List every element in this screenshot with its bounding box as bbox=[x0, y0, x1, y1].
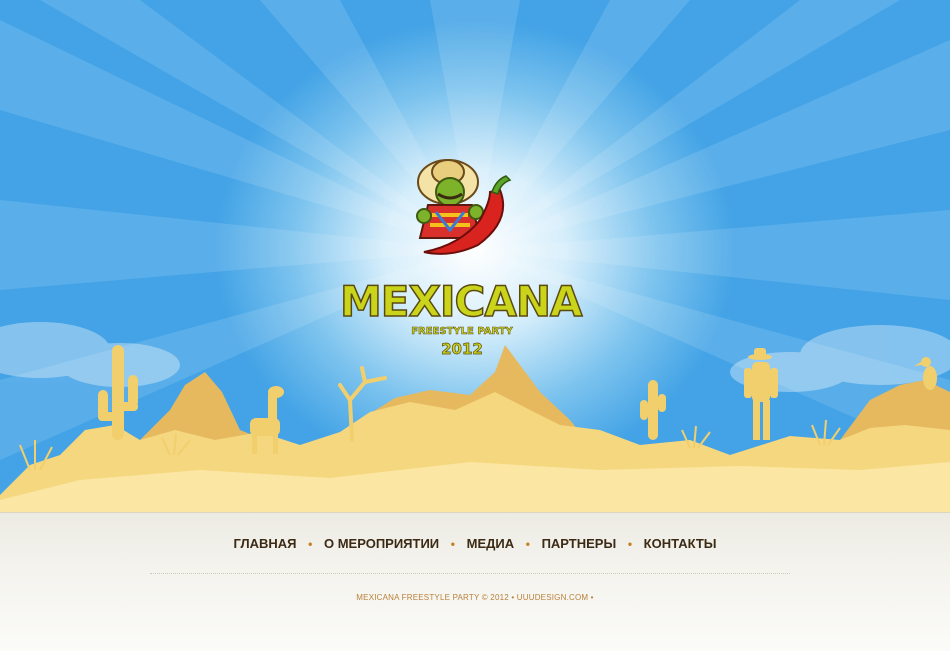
footer-divider bbox=[150, 573, 790, 574]
designer-credit-link[interactable]: • UUUDESIGN.COM • bbox=[511, 593, 593, 602]
nav-separator: • bbox=[450, 537, 455, 551]
chili-pepper-icon bbox=[423, 175, 512, 255]
logo-year: 2012 bbox=[441, 340, 483, 359]
nav-separator: • bbox=[627, 537, 633, 551]
footer: ГЛАВНАЯ • О МЕРОПРИЯТИИ • МЕДИА • ПАРТНЕ… bbox=[0, 512, 950, 651]
nav-separator: • bbox=[525, 537, 530, 551]
nav-separator: • bbox=[308, 537, 313, 551]
main-nav: ГЛАВНАЯ • О МЕРОПРИЯТИИ • МЕДИА • ПАРТНЕ… bbox=[0, 536, 950, 551]
hero-banner: MEXICANA FREESTYLE PARTY 2012 bbox=[0, 0, 950, 512]
logo-subtitle: FREESTYLE PARTY bbox=[411, 326, 513, 338]
copyright-line: MEXICANA FREESTYLE PARTY © 2012 • UUUDES… bbox=[0, 593, 950, 602]
nav-item-home[interactable]: ГЛАВНАЯ bbox=[233, 536, 296, 551]
mexicana-logo[interactable]: MEXICANA FREESTYLE PARTY 2012 bbox=[339, 150, 583, 365]
nav-item-media[interactable]: МЕДИА bbox=[467, 536, 515, 551]
nav-item-about[interactable]: О МЕРОПРИЯТИИ bbox=[324, 536, 439, 551]
copyright-text: MEXICANA FREESTYLE PARTY © 2012 bbox=[356, 593, 509, 602]
nav-item-contacts[interactable]: КОНТАКТЫ bbox=[644, 536, 717, 551]
logo-title: MEXICANA bbox=[339, 277, 583, 327]
nav-item-partners[interactable]: ПАРТНЕРЫ bbox=[542, 536, 617, 551]
